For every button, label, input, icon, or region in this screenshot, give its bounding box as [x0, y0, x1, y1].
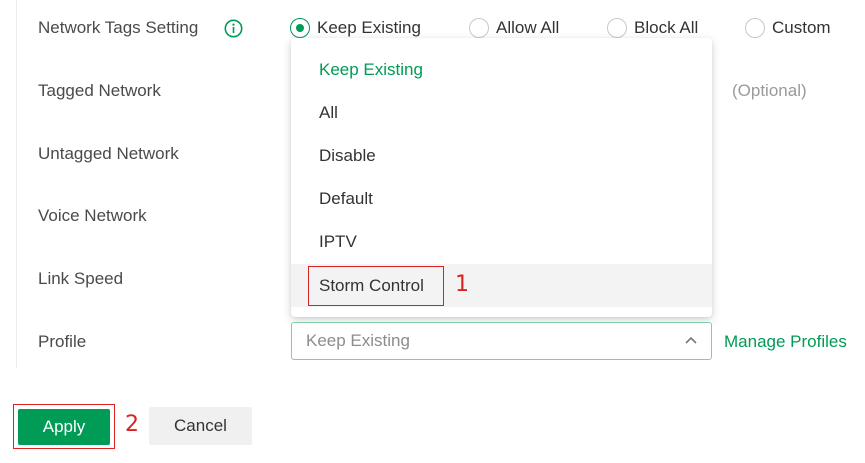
radio-label: Block All [634, 18, 699, 37]
profile-label: Profile [38, 332, 87, 351]
radio-unchecked-icon [607, 18, 627, 38]
radio-block-all[interactable]: Block All [607, 17, 698, 39]
info-icon[interactable] [224, 19, 243, 38]
manage-profiles-link[interactable]: Manage Profiles [724, 332, 847, 352]
radio-label: Keep Existing [317, 18, 421, 37]
annotation-box-apply [13, 404, 115, 449]
voice-network-label: Voice Network [38, 206, 147, 225]
profile-select[interactable]: Keep Existing [291, 322, 712, 360]
cancel-button[interactable]: Cancel [149, 407, 252, 445]
radio-custom[interactable]: Custom [745, 17, 831, 39]
radio-label: Allow All [496, 18, 560, 37]
tagged-network-label: Tagged Network [38, 81, 161, 100]
tagged-network-optional-hint: (Optional) [732, 81, 807, 100]
radio-label: Custom [772, 18, 831, 37]
annotation-number-2: 2 [125, 412, 139, 437]
annotation-number-1: 1 [455, 272, 469, 297]
radio-allow-all[interactable]: Allow All [469, 17, 559, 39]
radio-checked-icon [290, 18, 310, 38]
dropdown-item-iptv[interactable]: IPTV [291, 220, 712, 263]
radio-keep-existing[interactable]: Keep Existing [290, 17, 421, 39]
radio-unchecked-icon [469, 18, 489, 38]
dropdown-item-all[interactable]: All [291, 91, 712, 134]
dropdown-item-default[interactable]: Default [291, 177, 712, 220]
link-speed-label: Link Speed [38, 269, 124, 288]
dropdown-item-keep-existing[interactable]: Keep Existing [291, 48, 712, 91]
untagged-network-label: Untagged Network [38, 144, 179, 163]
radio-unchecked-icon [745, 18, 765, 38]
left-divider [16, 0, 17, 368]
dropdown-item-disable[interactable]: Disable [291, 134, 712, 177]
chevron-up-icon [685, 336, 697, 344]
profile-select-value: Keep Existing [306, 331, 410, 350]
network-tags-label: Network Tags Setting [38, 18, 199, 37]
annotation-box-storm-control [308, 266, 444, 306]
